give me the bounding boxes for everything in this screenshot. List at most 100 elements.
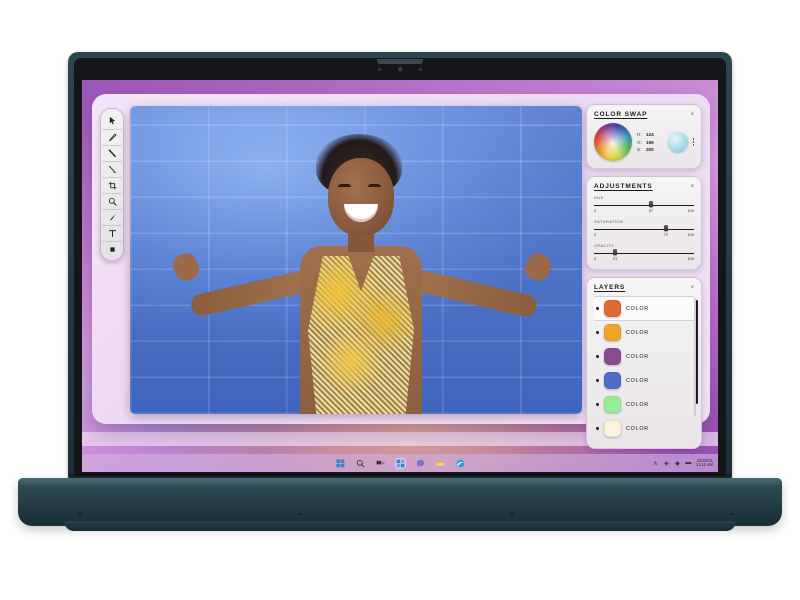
slider-max: 100 bbox=[687, 208, 694, 213]
layers-panel[interactable]: LAYERS × COLOR COLOR COLOR COLOR COLOR C… bbox=[586, 277, 702, 449]
list-item[interactable]: COLOR bbox=[594, 345, 694, 369]
slider-value: 57 bbox=[648, 208, 654, 213]
layer-color-swatch[interactable] bbox=[604, 372, 621, 389]
layer-color-swatch[interactable] bbox=[604, 348, 621, 365]
camera-notch bbox=[377, 59, 423, 64]
layer-label: COLOR bbox=[626, 353, 649, 360]
widgets-icon[interactable] bbox=[394, 457, 406, 469]
layer-label: COLOR bbox=[626, 425, 649, 432]
slider-min: 0 bbox=[594, 256, 597, 261]
layer-color-swatch[interactable] bbox=[604, 324, 621, 341]
chevron-up-icon[interactable]: ∧ bbox=[652, 460, 659, 467]
subject-face bbox=[328, 158, 394, 236]
close-icon[interactable]: × bbox=[690, 285, 694, 291]
list-item[interactable]: COLOR bbox=[594, 393, 694, 417]
layer-color-swatch[interactable] bbox=[604, 420, 621, 437]
rgb-value-r: 124 bbox=[646, 132, 654, 137]
subject-arm-right bbox=[405, 267, 539, 319]
slider-scale: 0 57 100 bbox=[594, 208, 694, 214]
photo-editor-window[interactable]: COLOR SWAP × R: 124 G: 199 B: 200 ADJUST… bbox=[92, 94, 710, 449]
slider-knob[interactable] bbox=[649, 201, 653, 207]
pen-tool[interactable] bbox=[102, 129, 122, 144]
base-front-edge bbox=[64, 521, 736, 531]
battery-icon[interactable]: ▬ bbox=[685, 460, 692, 467]
base-foot bbox=[510, 512, 514, 515]
slider-opacity[interactable]: OPACITY 0 21 100 bbox=[594, 243, 694, 262]
screenshot-root: COLOR SWAP × R: 124 G: 199 B: 200 ADJUST… bbox=[0, 0, 800, 600]
rgb-value-b: 200 bbox=[646, 147, 654, 152]
list-item[interactable]: COLOR bbox=[594, 369, 694, 393]
color-wheel[interactable] bbox=[594, 123, 632, 161]
search-icon[interactable] bbox=[355, 458, 366, 469]
layers-title: LAYERS bbox=[594, 284, 626, 291]
crop-tool[interactable] bbox=[102, 177, 122, 192]
taskbar-icon-group bbox=[335, 457, 466, 469]
slider-label: HUE bbox=[594, 195, 604, 200]
chat-icon[interactable] bbox=[415, 458, 426, 469]
slider-track[interactable] bbox=[594, 201, 694, 207]
rgb-row: B: 200 bbox=[637, 147, 663, 152]
color-swap-panel[interactable]: COLOR SWAP × R: 124 G: 199 B: 200 bbox=[586, 104, 702, 169]
slider-max: 100 bbox=[687, 256, 694, 261]
volume-icon[interactable]: ◆ bbox=[674, 460, 681, 467]
windows-taskbar[interactable]: ∧ ◈ ◆ ▬ 10/20/21 11:11 AM bbox=[82, 454, 718, 472]
layer-visibility-icon[interactable] bbox=[596, 379, 599, 382]
slider-value: 72 bbox=[663, 232, 669, 237]
layer-visibility-icon[interactable] bbox=[596, 355, 599, 358]
start-button[interactable] bbox=[335, 458, 346, 469]
task-view-icon[interactable] bbox=[375, 458, 386, 469]
layer-color-swatch[interactable] bbox=[604, 300, 621, 317]
network-icon[interactable]: ◈ bbox=[663, 460, 670, 467]
layer-visibility-icon[interactable] bbox=[596, 403, 599, 406]
close-icon[interactable]: × bbox=[690, 184, 694, 190]
subject-eye-left bbox=[338, 184, 351, 187]
rgb-row: R: 124 bbox=[637, 132, 663, 137]
color-preview-swatch[interactable] bbox=[667, 132, 688, 152]
photo-canvas[interactable] bbox=[130, 106, 582, 414]
list-item[interactable]: COLOR bbox=[594, 296, 694, 321]
slider-track[interactable] bbox=[594, 249, 694, 255]
slash-tool[interactable] bbox=[102, 161, 122, 176]
slider-hue[interactable]: HUE 0 57 100 bbox=[594, 195, 694, 214]
shape-tool[interactable] bbox=[102, 241, 122, 256]
adjustments-header: ADJUSTMENTS × bbox=[594, 183, 694, 190]
base-foot bbox=[298, 512, 302, 515]
slider-saturation[interactable]: SATURATION 0 72 100 bbox=[594, 219, 694, 238]
list-item[interactable]: COLOR bbox=[594, 417, 694, 441]
close-icon[interactable]: × bbox=[690, 112, 694, 118]
sensor-dot-left bbox=[378, 68, 381, 71]
color-swap-body: R: 124 G: 199 B: 200 bbox=[594, 123, 694, 161]
layer-visibility-icon[interactable] bbox=[596, 307, 599, 310]
slider-knob[interactable] bbox=[613, 249, 617, 255]
line-tool[interactable] bbox=[102, 145, 122, 160]
subject-hand-left bbox=[169, 250, 203, 284]
layer-color-swatch[interactable] bbox=[604, 396, 621, 413]
zoom-tool[interactable] bbox=[102, 193, 122, 208]
slider-line bbox=[594, 205, 694, 207]
more-options-icon[interactable] bbox=[692, 138, 694, 146]
text-tool[interactable] bbox=[102, 225, 122, 240]
slider-track[interactable] bbox=[594, 225, 694, 231]
edge-browser-icon[interactable] bbox=[455, 458, 466, 469]
slider-knob[interactable] bbox=[664, 225, 668, 231]
clock-time: 11:11 AM bbox=[695, 462, 713, 467]
rgb-row: G: 199 bbox=[637, 140, 663, 145]
layer-label: COLOR bbox=[626, 401, 649, 408]
rgb-key-r: R: bbox=[637, 132, 642, 137]
system-tray[interactable]: ∧ ◈ ◆ ▬ 10/20/21 11:11 AM bbox=[652, 454, 713, 472]
slider-min: 0 bbox=[594, 208, 597, 213]
layers-list[interactable]: COLOR COLOR COLOR COLOR COLOR COLOR bbox=[594, 296, 698, 441]
layer-visibility-icon[interactable] bbox=[596, 331, 599, 334]
layer-visibility-icon[interactable] bbox=[596, 427, 599, 430]
adjustments-panel[interactable]: ADJUSTMENTS × HUE 0 57 100 SATURATION 0 … bbox=[586, 176, 702, 270]
scrollbar-track[interactable] bbox=[693, 298, 698, 416]
file-explorer-icon[interactable] bbox=[435, 458, 446, 469]
cursor-arrow-tool[interactable] bbox=[102, 113, 122, 128]
clock[interactable]: 10/20/21 11:11 AM bbox=[695, 458, 713, 468]
scrollbar-thumb[interactable] bbox=[695, 300, 698, 404]
webcam-icon bbox=[397, 66, 403, 72]
slider-value: 21 bbox=[612, 256, 618, 261]
brush-tool[interactable] bbox=[102, 209, 122, 224]
list-item[interactable]: COLOR bbox=[594, 321, 694, 345]
tool-palette[interactable] bbox=[100, 108, 124, 261]
